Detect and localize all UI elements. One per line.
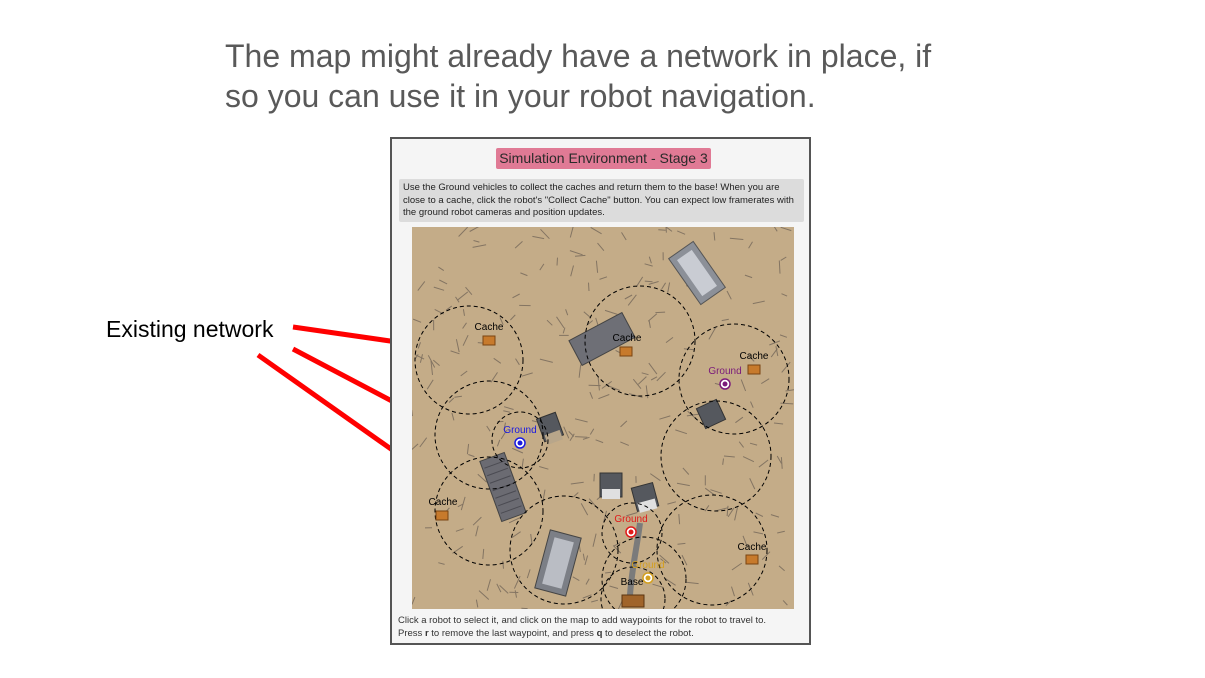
- cache-3-label: Cache: [740, 351, 769, 362]
- panel-title: Simulation Environment - Stage 3: [496, 148, 711, 169]
- footer-part3: to remove the last waypoint, and press: [428, 627, 597, 639]
- ground-robot-blue-label: Ground: [503, 425, 536, 436]
- simulation-map[interactable]: Cache Cache Cache Cache Cache Ground Gro…: [412, 227, 794, 609]
- ground-robot-purple-label: Ground: [708, 366, 741, 377]
- cache-5-label: Cache: [738, 542, 767, 553]
- base-label: Base: [621, 577, 644, 588]
- arrow-1: [292, 324, 406, 347]
- ground-robot-yellow-label: Ground: [631, 560, 664, 571]
- cache-2-label: Cache: [613, 333, 642, 344]
- simulation-panel: Simulation Environment - Stage 3 Use the…: [390, 137, 811, 645]
- map-canvas[interactable]: Cache Cache Cache Cache Cache Ground Gro…: [412, 227, 794, 609]
- footer-part4: to deselect the robot.: [602, 627, 694, 639]
- ground-robot-red-label: Ground: [614, 514, 647, 525]
- cache-4-label: Cache: [429, 497, 458, 508]
- footer-part1: Click a robot to select it, and click on…: [398, 615, 767, 626]
- vehicle-3: [599, 472, 623, 499]
- instructions-box: Use the Ground vehicles to collect the c…: [399, 179, 804, 222]
- cache-1-label: Cache: [475, 322, 504, 333]
- footer-part2: Press: [398, 627, 425, 639]
- footer-help: Click a robot to select it, and click on…: [398, 615, 808, 640]
